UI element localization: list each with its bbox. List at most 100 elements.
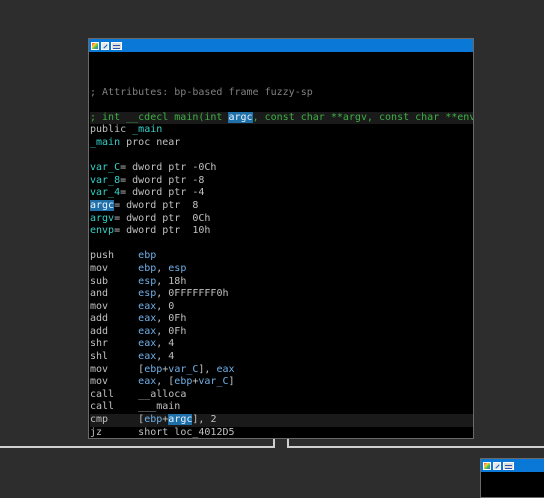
code-line[interactable]: var_C= dword ptr -0Ch <box>90 162 473 175</box>
code-line[interactable]: ; Attributes: bp-based frame fuzzy-sp <box>90 87 473 100</box>
code-line[interactable]: shr eax, 4 <box>90 338 473 351</box>
directive-text[interactable]: public <box>90 124 132 135</box>
operand[interactable]: eax <box>138 326 156 337</box>
highlighted-identifier[interactable]: argc <box>228 111 253 123</box>
operand[interactable]: esp <box>138 276 156 287</box>
node-graph-icon[interactable] <box>111 41 122 50</box>
code-line[interactable]: ; int __cdecl main(int argc, const char … <box>90 111 473 125</box>
stack-variable-def[interactable]: = dword ptr 8 <box>114 200 198 211</box>
stack-variable-def[interactable]: = dword ptr -0Ch <box>120 162 216 173</box>
code-line[interactable]: add eax, 0Fh <box>90 326 473 339</box>
operand[interactable]: ebp <box>144 414 162 425</box>
code-line[interactable]: call ___main <box>90 401 473 414</box>
code-line[interactable]: cmp [ebp+argc], 2 <box>90 414 473 427</box>
operand[interactable]: var_C <box>168 364 198 375</box>
graph-node-secondary[interactable] <box>480 458 544 498</box>
code-line[interactable] <box>90 238 473 251</box>
operand[interactable]: ebp <box>174 376 192 387</box>
code-line[interactable]: argv= dword ptr 0Ch <box>90 213 473 226</box>
code-line[interactable] <box>90 150 473 163</box>
stack-variable-name[interactable]: var_4 <box>90 187 120 198</box>
prototype-text[interactable]: ; int __cdecl main(int <box>90 112 228 123</box>
mnemonic[interactable]: mov <box>90 263 138 274</box>
mnemonic[interactable]: cmp <box>90 414 138 425</box>
code-line[interactable]: shl eax, 4 <box>90 351 473 364</box>
node-color-icon[interactable] <box>483 461 491 470</box>
operand[interactable]: eax <box>138 301 156 312</box>
graph-node-main[interactable]: ; Attributes: bp-based frame fuzzy-sp ; … <box>88 38 474 439</box>
code-line[interactable]: push ebp <box>90 250 473 263</box>
operand[interactable]: var_C <box>198 376 228 387</box>
operand[interactable]: , 18h <box>156 276 186 287</box>
mnemonic[interactable]: call <box>90 401 138 412</box>
operand[interactable]: eax <box>138 338 156 349</box>
operand[interactable]: , 0Fh <box>156 313 186 324</box>
operand[interactable]: , 0Fh <box>156 326 186 337</box>
operand[interactable]: short <box>138 427 174 438</box>
code-line[interactable]: jz short loc_4012D5 <box>90 427 473 438</box>
stack-variable-name[interactable]: var_C <box>90 162 120 173</box>
node-titlebar[interactable] <box>481 459 544 472</box>
code-line[interactable]: mov [ebp+var_C], eax <box>90 364 473 377</box>
node-graph-icon[interactable] <box>503 461 514 470</box>
stack-variable-def[interactable]: = dword ptr -4 <box>120 187 204 198</box>
mnemonic[interactable]: mov <box>90 301 138 312</box>
code-line[interactable]: mov eax, 0 <box>90 301 473 314</box>
stack-variable-def[interactable]: = dword ptr 0Ch <box>114 213 210 224</box>
node-color-icon[interactable] <box>91 41 99 50</box>
stack-variable-def[interactable]: = dword ptr -8 <box>120 175 204 186</box>
code-line[interactable] <box>90 99 473 112</box>
mnemonic[interactable]: add <box>90 326 138 337</box>
code-line[interactable]: argc= dword ptr 8 <box>90 199 473 213</box>
operand[interactable]: ], 2 <box>192 414 216 425</box>
mnemonic[interactable]: mov <box>90 376 138 387</box>
stack-variable-name[interactable]: argc <box>90 199 115 211</box>
operand[interactable]: , <box>156 263 168 274</box>
mnemonic[interactable]: jz <box>90 427 138 438</box>
operand[interactable]: , [ <box>156 376 174 387</box>
operand[interactable]: esp <box>138 288 156 299</box>
comment-text[interactable]: ; Attributes: bp-based frame fuzzy-sp <box>90 87 313 98</box>
stack-variable-name[interactable]: var_8 <box>90 175 120 186</box>
operand[interactable]: ___main <box>138 401 180 412</box>
operand[interactable]: ebp <box>138 263 156 274</box>
operand[interactable]: , 0 <box>156 301 174 312</box>
operand[interactable]: eax <box>138 313 156 324</box>
symbol-name[interactable]: _main <box>132 124 162 135</box>
mnemonic[interactable]: shr <box>90 338 138 349</box>
stack-variable-name[interactable]: argv <box>90 213 114 224</box>
code-line[interactable]: mov ebp, esp <box>90 263 473 276</box>
mnemonic[interactable]: call <box>90 389 138 400</box>
mnemonic[interactable]: shl <box>90 351 138 362</box>
code-line[interactable]: sub esp, 18h <box>90 276 473 289</box>
directive-text[interactable]: proc near <box>120 137 180 148</box>
operand[interactable]: argc <box>168 414 193 426</box>
operand[interactable]: eax <box>216 364 234 375</box>
operand[interactable]: esp <box>168 263 186 274</box>
operand[interactable]: eax <box>138 351 156 362</box>
operand[interactable]: ebp <box>138 250 156 261</box>
operand[interactable]: eax <box>138 376 156 387</box>
code-line[interactable] <box>90 74 473 87</box>
symbol-name[interactable]: _main <box>90 137 120 148</box>
code-line[interactable]: call __alloca <box>90 389 473 402</box>
operand[interactable]: ], <box>198 364 216 375</box>
mnemonic[interactable]: add <box>90 313 138 324</box>
operand[interactable]: __alloca <box>138 389 186 400</box>
code-line[interactable]: public _main <box>90 124 473 137</box>
stack-variable-name[interactable]: envp <box>90 225 114 236</box>
node-titlebar[interactable] <box>89 39 473 52</box>
operand[interactable]: , 0FFFFFFF0h <box>156 288 228 299</box>
code-line[interactable]: envp= dword ptr 10h <box>90 225 473 238</box>
code-line[interactable]: _main proc near <box>90 137 473 150</box>
node-rename-icon[interactable] <box>101 41 109 50</box>
prototype-text[interactable]: , const char **argv, const char **envp) <box>253 112 473 123</box>
mnemonic[interactable]: mov <box>90 364 138 375</box>
operand[interactable]: ebp <box>144 364 162 375</box>
code-line[interactable]: var_8= dword ptr -8 <box>90 175 473 188</box>
operand[interactable]: , 4 <box>156 338 174 349</box>
mnemonic[interactable]: sub <box>90 276 138 287</box>
stack-variable-def[interactable]: = dword ptr 10h <box>114 225 210 236</box>
node-rename-icon[interactable] <box>493 461 501 470</box>
code-line[interactable]: mov eax, [ebp+var_C] <box>90 376 473 389</box>
